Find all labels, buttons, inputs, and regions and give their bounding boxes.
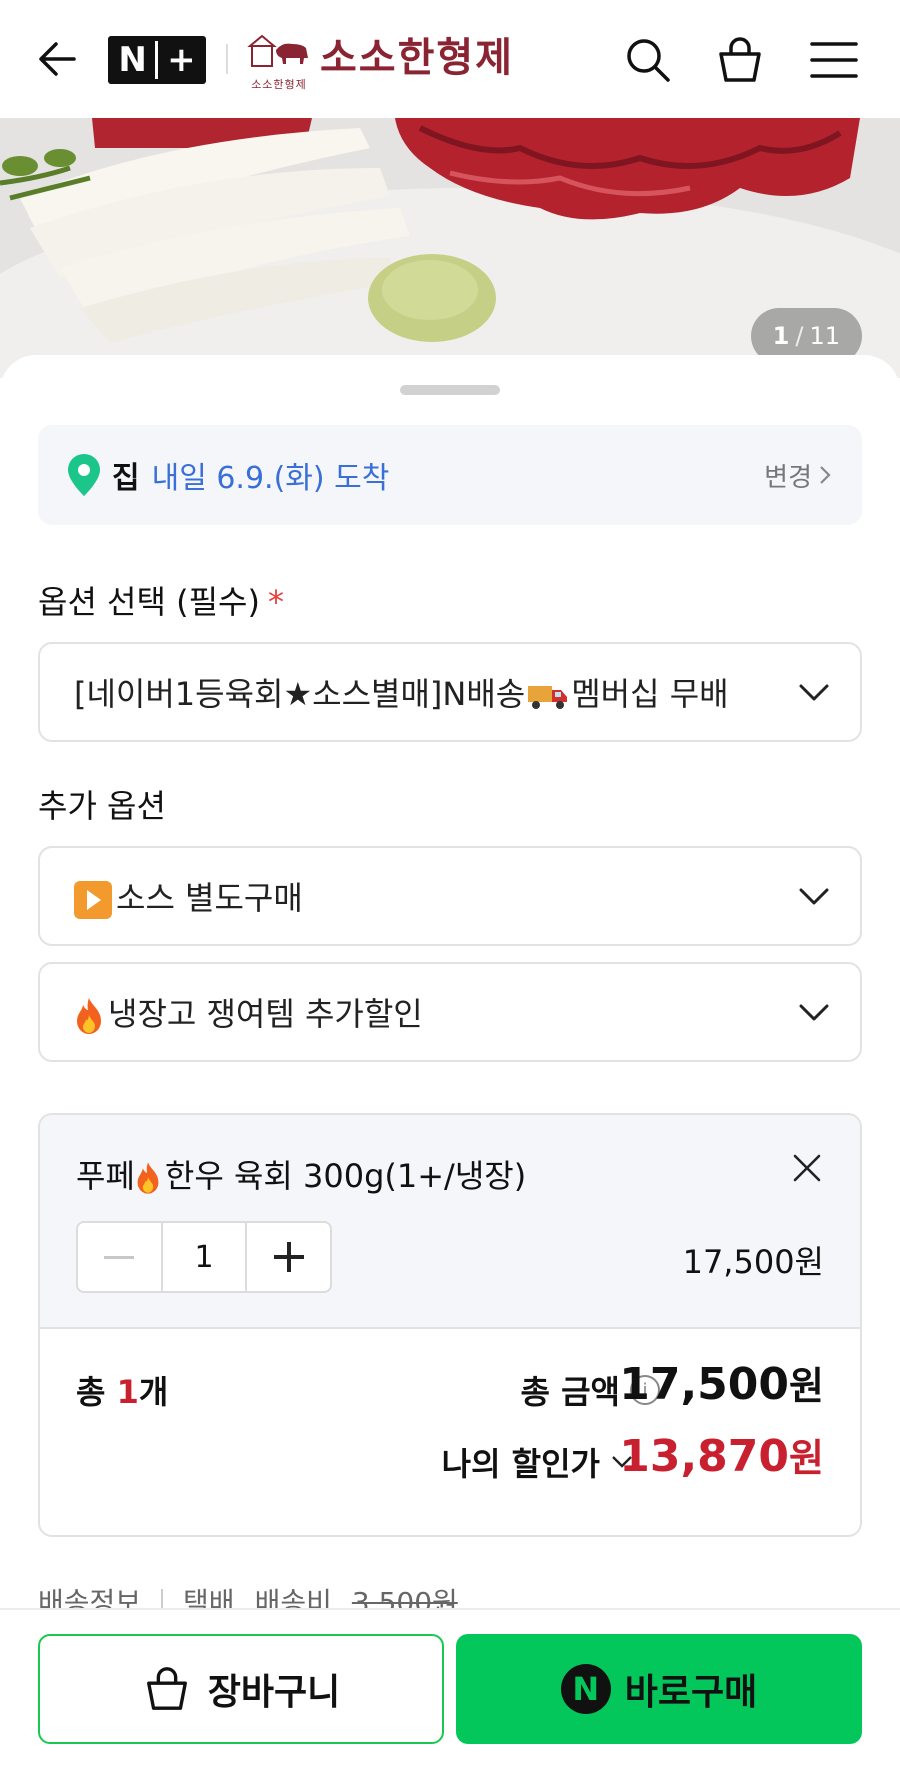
total-count: 총 1개 (76, 1367, 168, 1413)
truck-icon (528, 686, 568, 709)
selected-item-name-prefix: 푸페 (76, 1157, 135, 1195)
required-option-text-2: 멤버십 무배 (571, 675, 729, 713)
nplus-logo[interactable]: N + (108, 36, 206, 84)
product-image[interactable]: 1 / 11 (0, 118, 900, 378)
buy-now-button[interactable]: N 바로구매 (456, 1634, 862, 1744)
buy-now-label: 바로구매 (624, 1672, 758, 1713)
bottom-action-bar: 장바구니 N 바로구매 (0, 1608, 900, 1768)
delivery-place: 집 (112, 461, 140, 496)
discount-price-toggle[interactable]: 나의 할인가 (442, 1439, 634, 1485)
search-icon[interactable] (622, 34, 674, 86)
total-count-number: 1 (116, 1373, 139, 1411)
nplus-separator (155, 41, 159, 79)
menu-icon[interactable] (808, 34, 860, 86)
brand-emblem: 소소한형제 (246, 30, 312, 91)
arrow-left-icon[interactable] (34, 36, 80, 82)
shopping-bag-icon (146, 1667, 187, 1710)
total-amount: 17,500원 (619, 1355, 824, 1410)
extra-option-select-discount[interactable]: 냉장고 쟁여템 추가할인 (38, 962, 862, 1062)
header-divider (226, 44, 228, 74)
quantity-value[interactable]: 1 (160, 1223, 248, 1291)
chevron-down-icon (799, 684, 829, 701)
sheet-drag-handle[interactable] (400, 385, 500, 395)
discount-amount-value: 13,870 (619, 1431, 790, 1482)
delivery-banner: 집 내일 6.9.(화) 도착 변경 (38, 425, 862, 525)
close-icon[interactable] (790, 1151, 824, 1185)
image-counter-separator: / (795, 322, 804, 350)
required-mark: * (267, 583, 284, 621)
brand-logo[interactable]: 소소한형제 소소한형제 (246, 30, 514, 91)
add-to-cart-button[interactable]: 장바구니 (38, 1634, 444, 1744)
chevron-down-icon (799, 888, 829, 905)
delivery-change-label: 변경 (764, 462, 812, 493)
option-sheet: 집 내일 6.9.(화) 도착 변경 옵션 선택 (필수) * [네이버1등육회★… (0, 355, 900, 1768)
total-count-suffix: 개 (138, 1373, 169, 1411)
minus-icon (104, 1255, 135, 1259)
total-amount-unit: 원 (789, 1364, 824, 1408)
selected-item-name: 푸페 한우 육회 300g(1+/냉장) (76, 1151, 526, 1197)
total-count-prefix: 총 (76, 1373, 117, 1411)
brand-small-text: 소소한형제 (251, 78, 307, 91)
extra-option-label: 추가 옵션 (38, 787, 166, 825)
delivery-date: 내일 6.9.(화) 도착 (151, 461, 390, 496)
extra-option-select-sauce[interactable]: 소스 별도구매 (38, 846, 862, 946)
shopping-bag-icon[interactable] (714, 34, 766, 86)
cow-barn-icon (247, 34, 308, 67)
required-option-heading: 옵션 선택 (필수) * (38, 577, 284, 623)
delivery-change-button[interactable]: 변경 (764, 457, 832, 494)
image-counter-total: 11 (809, 322, 840, 350)
extra-option-sauce-value: 소스 별도구매 (74, 873, 776, 919)
discount-price-label: 나의 할인가 (441, 1445, 600, 1483)
extra-option-discount-value: 냉장고 쟁여템 추가할인 (74, 989, 776, 1035)
selected-item-price: 17,500원 (682, 1243, 824, 1281)
top-bar: N + 소소한형제 소소한형제 (0, 0, 900, 118)
chevron-right-icon (820, 466, 831, 484)
play-button-icon (74, 881, 112, 919)
increase-button[interactable] (247, 1223, 330, 1291)
selected-item-box: 푸페 한우 육회 300g(1+/냉장) 1 17,500원 총 1개 총 금액… (38, 1113, 862, 1537)
total-amount-label: 총 금액 (520, 1373, 620, 1411)
extra-option-sauce-text: 소스 별도구매 (116, 879, 303, 917)
required-option-select[interactable]: [네이버1등육회★소스별매]N배송 멤버십 무배 (38, 642, 862, 742)
naver-pay-icon: N (560, 1664, 611, 1714)
nplus-letter-plus: + (167, 40, 196, 80)
fire-icon (137, 1162, 159, 1194)
required-option-label: 옵션 선택 (필수) (38, 583, 260, 621)
location-pin-icon (68, 454, 100, 496)
extra-option-discount-text: 냉장고 쟁여템 추가할인 (108, 995, 423, 1033)
decrease-button[interactable] (78, 1223, 161, 1291)
required-option-text-1: [네이버1등육회★소스별매]N배송 (74, 675, 526, 713)
brand-name: 소소한형제 (320, 34, 514, 81)
image-counter-current: 1 (772, 322, 790, 350)
total-amount-value: 17,500 (619, 1359, 790, 1410)
nplus-letter-n: N (118, 40, 147, 80)
selected-item: 푸페 한우 육회 300g(1+/냉장) 1 17,500원 (40, 1115, 860, 1329)
plus-icon (273, 1242, 304, 1272)
selected-item-name-suffix: 한우 육회 300g(1+/냉장) (164, 1157, 527, 1195)
add-to-cart-label: 장바구니 (207, 1672, 341, 1713)
discount-amount-unit: 원 (789, 1436, 824, 1480)
quantity-stepper: 1 (76, 1221, 332, 1293)
discount-amount: 13,870원 (619, 1427, 824, 1482)
chevron-down-icon (799, 1004, 829, 1021)
required-option-value: [네이버1등육회★소스별매]N배송 멤버십 무배 (74, 669, 776, 715)
fire-icon (77, 998, 101, 1034)
